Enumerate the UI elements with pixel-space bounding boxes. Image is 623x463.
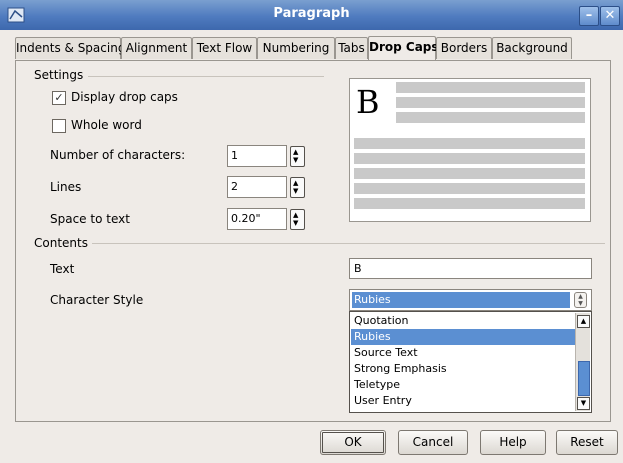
drop-cap-preview: B (349, 78, 591, 222)
lines-field[interactable]: 2 (227, 176, 287, 198)
preview-line (354, 168, 585, 179)
spin-down-icon: ▼ (293, 187, 299, 195)
preview-line (354, 183, 585, 194)
scrollbar-thumb[interactable] (578, 361, 590, 396)
list-item[interactable]: Teletype (351, 377, 575, 393)
number-of-characters-spin-buttons[interactable]: ▲ ▼ (290, 146, 305, 167)
lines-spin-buttons[interactable]: ▲ ▼ (290, 177, 305, 198)
text-label: Text (50, 262, 75, 276)
tab-alignment[interactable]: Alignment (121, 37, 192, 59)
ok-button[interactable]: OK (320, 430, 386, 455)
character-style-dropdown-list: Quotation Rubies Source Text Strong Emph… (349, 311, 592, 413)
tab-background[interactable]: Background (492, 37, 572, 59)
arrow-down-icon: ▼ (580, 399, 587, 407)
lines-label: Lines (50, 180, 82, 194)
display-drop-caps-checkbox[interactable]: ✓ (52, 91, 66, 105)
list-scrollbar[interactable]: ▲ ▼ (575, 313, 590, 411)
spin-up-icon: ▲ (293, 179, 299, 187)
tab-numbering[interactable]: Numbering (257, 37, 335, 59)
reset-button[interactable]: Reset (556, 430, 618, 455)
close-icon: ✕ (604, 8, 616, 23)
whole-word-checkbox[interactable] (52, 119, 66, 133)
tab-text-flow[interactable]: Text Flow (192, 37, 257, 59)
list-item[interactable]: Rubies (351, 329, 575, 345)
list-item[interactable]: Source Text (351, 345, 575, 361)
preview-line (396, 97, 585, 108)
spin-down-icon: ▼ (293, 156, 299, 164)
title-bar: Paragraph – ✕ (0, 0, 623, 30)
preview-line (354, 198, 585, 209)
preview-drop-cap-letter: B (356, 83, 380, 121)
preview-line (354, 138, 585, 149)
combobox-arrow-icon: ▲ ▼ (578, 293, 583, 307)
combobox-arrow-button[interactable]: ▲ ▼ (574, 292, 587, 308)
spin-up-icon: ▲ (293, 211, 299, 219)
tab-borders[interactable]: Borders (436, 37, 492, 59)
scroll-up-button[interactable]: ▲ (577, 315, 590, 328)
number-of-characters-field[interactable]: 1 (227, 145, 287, 167)
character-style-label: Character Style (50, 293, 144, 307)
tab-drop-caps[interactable]: Drop Caps (368, 36, 439, 60)
preview-line (354, 153, 585, 164)
arrow-up-icon: ▲ (580, 317, 587, 325)
number-of-characters-label: Number of characters: (50, 148, 186, 162)
settings-divider (88, 76, 324, 77)
cancel-button[interactable]: Cancel (398, 430, 468, 455)
window-title: Paragraph (273, 6, 350, 21)
drop-cap-text-input[interactable]: B (349, 258, 592, 279)
space-to-text-field[interactable]: 0.20" (227, 208, 287, 230)
space-to-text-label: Space to text (50, 212, 130, 226)
settings-heading: Settings (34, 68, 84, 82)
contents-divider (92, 243, 605, 244)
preview-line (396, 82, 585, 93)
minimize-icon: – (585, 8, 593, 23)
tab-indents-spacing[interactable]: Indents & Spacing (15, 37, 125, 59)
list-item[interactable]: Quotation (351, 313, 575, 329)
preview-line (396, 112, 585, 123)
scroll-down-button[interactable]: ▼ (577, 397, 590, 410)
space-to-text-spin-buttons[interactable]: ▲ ▼ (290, 209, 305, 230)
help-button[interactable]: Help (480, 430, 546, 455)
character-style-selected: Rubies (352, 292, 570, 308)
display-drop-caps-label: Display drop caps (71, 90, 178, 104)
character-style-combobox[interactable]: Rubies ▲ ▼ (349, 289, 592, 311)
list-item[interactable]: User Entry (351, 393, 575, 409)
checkmark-icon: ✓ (54, 91, 64, 104)
minimize-button[interactable]: – (579, 6, 599, 26)
tab-tabs[interactable]: Tabs (335, 37, 368, 59)
contents-heading: Contents (34, 236, 88, 250)
whole-word-label: Whole word (71, 118, 142, 132)
close-button[interactable]: ✕ (600, 6, 620, 26)
list-item[interactable]: Strong Emphasis (351, 361, 575, 377)
spin-up-icon: ▲ (293, 148, 299, 156)
spin-down-icon: ▼ (293, 219, 299, 227)
